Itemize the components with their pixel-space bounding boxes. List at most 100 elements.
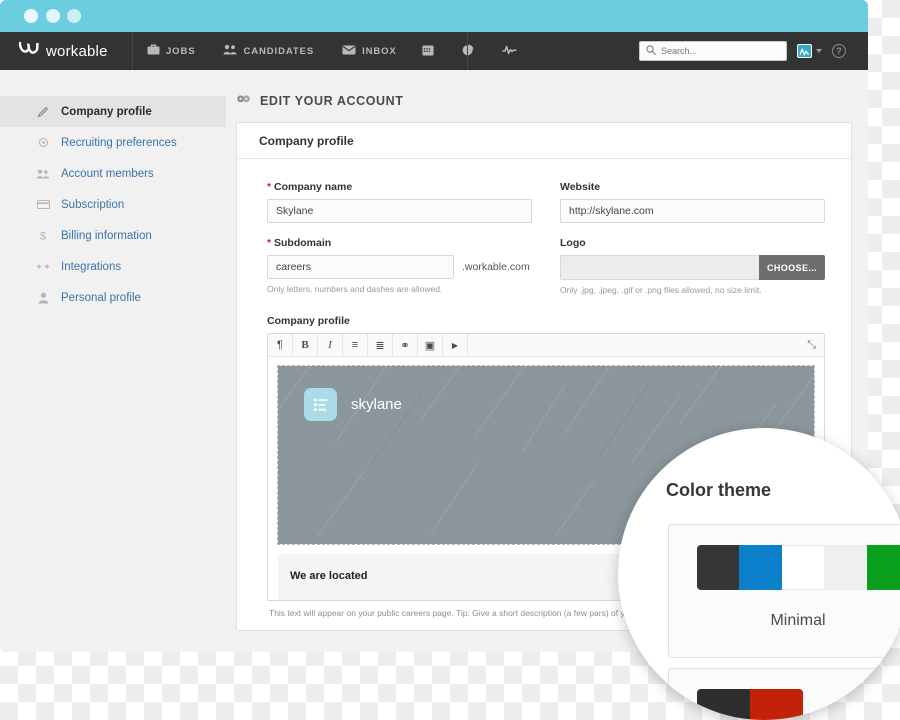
- form-grid: * Company name * Subdomain: [267, 181, 825, 309]
- sidebar-item-company-profile[interactable]: Company profile: [0, 96, 226, 127]
- subdomain-label-text: Subdomain: [274, 237, 332, 249]
- nav-label-inbox: INBOX: [362, 45, 397, 57]
- nav-right-group: ?: [639, 32, 868, 70]
- website-field: Website: [560, 181, 825, 223]
- sidebar-label-integrations: Integrations: [61, 260, 122, 273]
- numbered-list-icon[interactable]: ≣: [368, 334, 393, 357]
- person-icon: [36, 292, 50, 304]
- subdomain-suffix: .workable.com: [462, 261, 530, 273]
- nav-label-jobs: JOBS: [166, 45, 196, 57]
- chevron-down-icon: [816, 49, 822, 53]
- logo-file-display: [560, 255, 759, 280]
- image-icon[interactable]: ▣: [418, 334, 443, 357]
- envelope-icon: [342, 45, 356, 58]
- swatch-red: [750, 689, 803, 720]
- sidebar-label-recruiting-preferences: Recruiting preferences: [61, 136, 177, 149]
- gear-icon: [36, 137, 50, 148]
- nav-item-calendar[interactable]: [411, 32, 451, 70]
- theme-option-minimal[interactable]: Minimal: [668, 524, 900, 658]
- nav-item-candidates[interactable]: CANDIDATES: [209, 32, 328, 70]
- paragraph-icon[interactable]: ¶: [268, 334, 293, 357]
- nav-item-reports[interactable]: [451, 32, 491, 70]
- nav-label-candidates: CANDIDATES: [243, 45, 315, 57]
- plug-icon: [36, 262, 50, 271]
- sidebar-item-integrations[interactable]: Integrations: [0, 251, 226, 282]
- sidebar-label-subscription: Subscription: [61, 198, 125, 211]
- logo-label: Logo: [560, 237, 586, 249]
- sidebar: Company profile Recruiting preferences A…: [0, 70, 226, 313]
- logo-field: Logo CHOOSE... Only .jpg, .jpeg, .gif or…: [560, 237, 825, 295]
- hero-company-name: skylane: [351, 396, 402, 413]
- window-titlebar: [0, 0, 868, 32]
- nav-items: JOBS CANDIDATES INBOX: [133, 32, 534, 70]
- close-dot[interactable]: [24, 9, 38, 23]
- swatch-light-gray: [824, 545, 867, 590]
- settings-icon: [236, 92, 251, 109]
- maximize-dot[interactable]: [67, 9, 81, 23]
- brand-text: workable: [46, 42, 108, 60]
- bold-icon[interactable]: B: [293, 334, 318, 357]
- theme-option-second[interactable]: [668, 668, 900, 720]
- company-name-label-text: Company name: [274, 181, 353, 193]
- briefcase-icon: [147, 44, 160, 58]
- page-title: EDIT YOUR ACCOUNT: [226, 70, 852, 122]
- editor-toolbar: ¶ B I ≡ ≣ ⚭ ▣ ▶ ⤡: [268, 334, 824, 357]
- bullet-list-icon[interactable]: ≡: [343, 334, 368, 357]
- swatch-white: [781, 545, 825, 590]
- pencil-icon: [36, 106, 50, 118]
- sidebar-label-billing-information: Billing information: [61, 229, 152, 242]
- minimize-dot[interactable]: [46, 9, 60, 23]
- company-name-label: * Company name: [267, 181, 532, 193]
- subdomain-hint: Only letters, numbers and dashes are all…: [267, 284, 443, 294]
- search-box[interactable]: [639, 41, 787, 61]
- workable-mark-icon: [18, 41, 40, 61]
- nav-divider: [467, 32, 468, 70]
- sidebar-label-personal-profile: Personal profile: [61, 291, 141, 304]
- company-name-input[interactable]: [267, 199, 532, 223]
- expand-icon[interactable]: ⤡: [807, 339, 816, 352]
- video-icon[interactable]: ▶: [443, 334, 468, 357]
- website-input[interactable]: [560, 199, 825, 223]
- form-column-right: Website Logo CHOOSE... Only .jpg, .jpeg,…: [560, 181, 825, 309]
- link-icon[interactable]: ⚭: [393, 334, 418, 357]
- help-button[interactable]: ?: [832, 44, 846, 58]
- nav-item-inbox[interactable]: INBOX: [328, 32, 411, 70]
- company-name-field: * Company name: [267, 181, 532, 223]
- subdomain-row: .workable.com: [267, 255, 532, 279]
- avatar[interactable]: [797, 44, 812, 58]
- sidebar-label-account-members: Account members: [61, 167, 154, 180]
- subdomain-label: * Subdomain: [267, 237, 532, 249]
- sidebar-item-recruiting-preferences[interactable]: Recruiting preferences: [0, 127, 226, 158]
- theme-swatch-row: [697, 545, 900, 590]
- search-icon: [646, 42, 656, 60]
- dollar-icon: $: [36, 229, 50, 243]
- hero-brand: skylane: [304, 388, 402, 421]
- choose-file-button[interactable]: CHOOSE...: [759, 255, 825, 280]
- pulse-icon: [502, 44, 517, 58]
- nav-item-jobs[interactable]: JOBS: [133, 32, 209, 70]
- form-column-left: * Company name * Subdomain: [267, 181, 532, 309]
- required-marker: *: [267, 181, 272, 193]
- account-menu[interactable]: [797, 44, 822, 58]
- color-theme-title: Color theme: [666, 480, 772, 500]
- editor-label: Company profile: [267, 315, 350, 327]
- italic-icon[interactable]: I: [318, 334, 343, 357]
- search-input[interactable]: [661, 46, 771, 56]
- top-navigation-bar: workable JOBS CANDIDATES INBOX Search...…: [0, 32, 868, 70]
- theme-name-minimal: Minimal: [770, 612, 826, 629]
- subdomain-input[interactable]: [267, 255, 454, 279]
- sidebar-item-subscription[interactable]: Subscription: [0, 189, 226, 220]
- swatch-blue: [739, 545, 782, 590]
- calendar-icon: [422, 44, 434, 59]
- sidebar-item-account-members[interactable]: Account members: [0, 158, 226, 189]
- sidebar-item-billing-information[interactable]: $ Billing information: [0, 220, 226, 251]
- swatch-green: [866, 545, 900, 590]
- magnifier-overlay: Color theme Minimal: [618, 428, 900, 720]
- brand-logo[interactable]: workable: [0, 32, 133, 70]
- swatch-dark: [697, 689, 750, 720]
- nav-item-activity[interactable]: [491, 32, 534, 70]
- sidebar-item-personal-profile[interactable]: Personal profile: [0, 282, 226, 313]
- swatch-dark: [697, 545, 740, 590]
- logo-row: CHOOSE...: [560, 255, 825, 280]
- website-label: Website: [560, 181, 601, 193]
